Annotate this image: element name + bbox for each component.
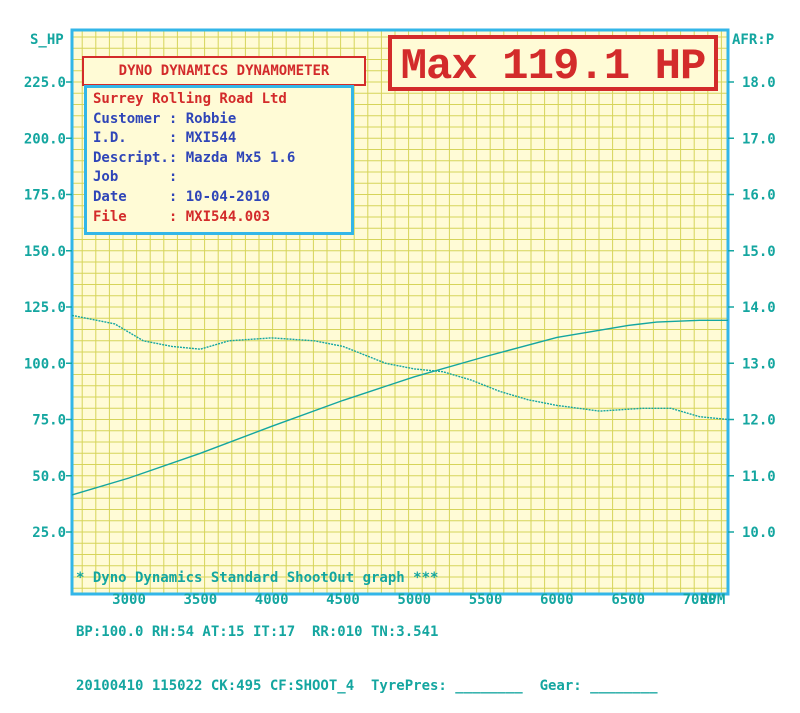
job-line: Job :	[93, 169, 178, 186]
footer-line-2: BP:100.0 RH:54 AT:15 IT:17 RR:010 TN:3.5…	[76, 624, 439, 640]
y-left-tick-label: 25.0	[32, 525, 66, 541]
date-line: Date : 10-04-2010	[93, 188, 271, 205]
dyno-title: DYNO DYNAMICS DYNAMOMETER	[82, 56, 366, 86]
y-left-tick-label: 125.0	[24, 300, 66, 316]
file-line: File : MXI544.003	[93, 208, 271, 225]
y-right-tick-label: 17.0	[742, 131, 776, 147]
y-left-tick-label: 150.0	[24, 244, 66, 260]
y-left-tick-label: 100.0	[24, 356, 66, 372]
y-left-tick-label: 225.0	[24, 75, 66, 91]
y-left-tick-label: 175.0	[24, 188, 66, 204]
footer-line-1: * Dyno Dynamics Standard ShootOut graph …	[76, 570, 439, 586]
y-right-tick-label: 11.0	[742, 469, 776, 485]
y-right-tick-label: 15.0	[742, 244, 776, 260]
max-hp-badge: Max 119.1 HP	[388, 35, 718, 92]
y-right-tick-label: 10.0	[742, 525, 776, 541]
y-left-tick-label: 200.0	[24, 131, 66, 147]
y-right-tick-label: 13.0	[742, 356, 776, 372]
y-left-axis-title: S_HP	[30, 32, 64, 48]
footer-line-3: 20100410 115022 CK:495 CF:SHOOT_4 TyrePr…	[76, 678, 658, 694]
info-panel: Surrey Rolling Road Ltd Customer : Robbi…	[84, 85, 354, 235]
y-left-tick-label: 50.0	[32, 469, 66, 485]
company-name: Surrey Rolling Road Ltd	[93, 91, 287, 107]
description-line: Descript.: Mazda Mx5 1.6	[93, 149, 296, 166]
y-right-tick-label: 18.0	[742, 75, 776, 91]
y-right-tick-label: 14.0	[742, 300, 776, 316]
y-right-axis-title: AFR:P	[732, 32, 774, 48]
y-right-tick-label: 12.0	[742, 413, 776, 429]
y-right-tick-label: 16.0	[742, 188, 776, 204]
footer-info: * Dyno Dynamics Standard ShootOut graph …	[76, 533, 726, 713]
customer-line: Customer : Robbie	[93, 110, 237, 127]
y-left-tick-label: 75.0	[32, 413, 66, 429]
id-line: I.D. : MXI544	[93, 130, 237, 147]
